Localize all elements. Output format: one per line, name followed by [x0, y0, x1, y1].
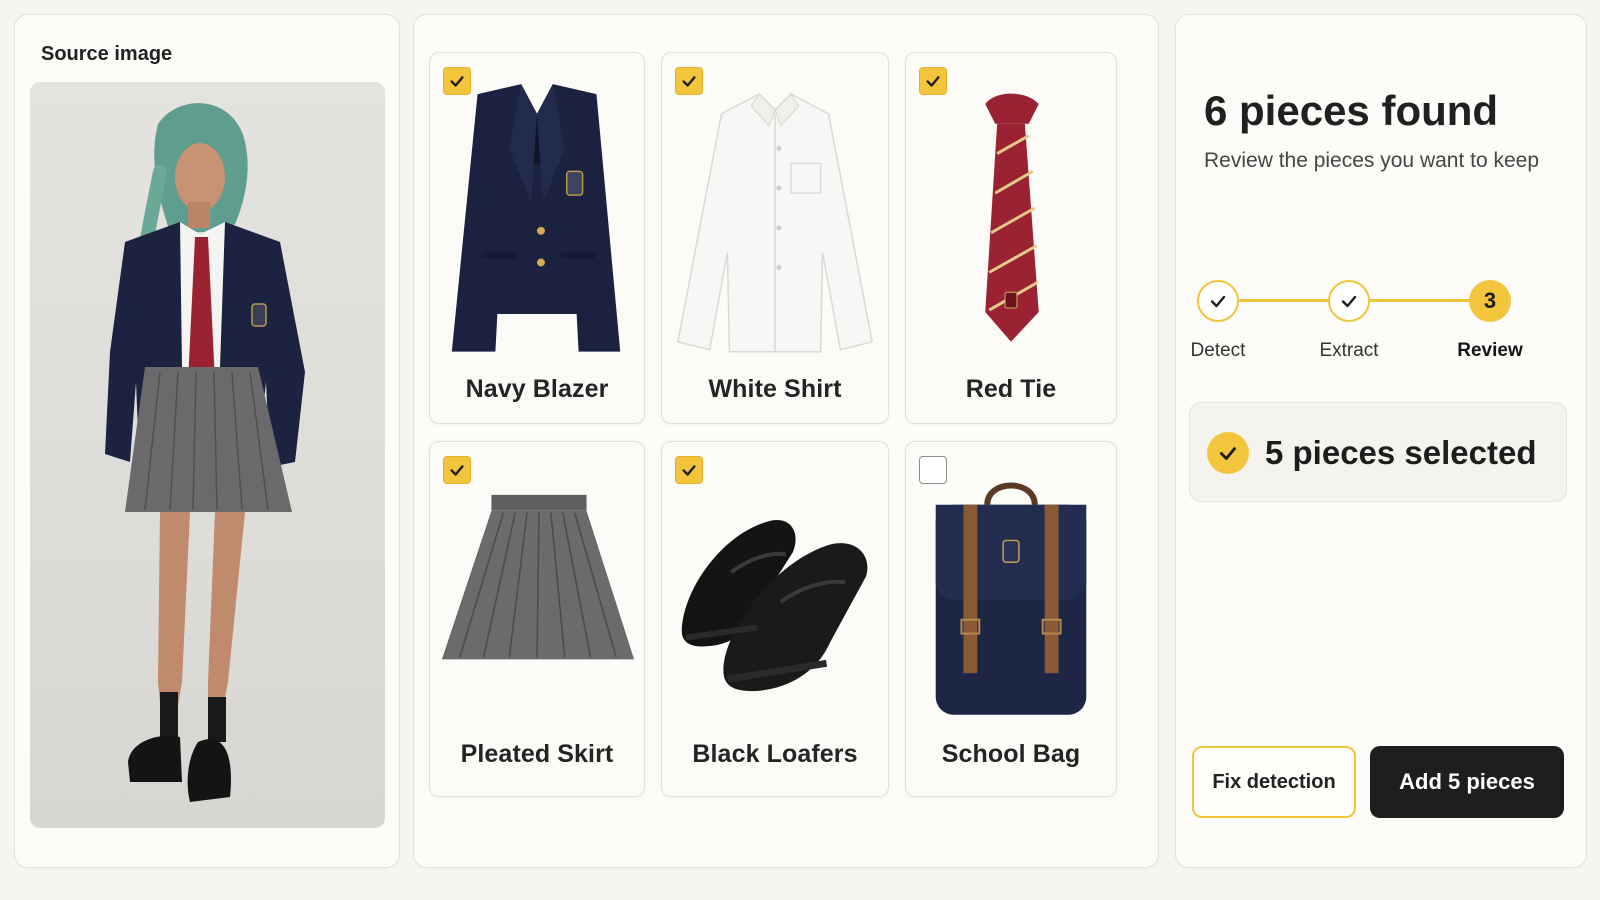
- checkmark-icon: [1210, 295, 1226, 308]
- checkmark-icon: [450, 76, 464, 87]
- review-panel: 6 pieces found Review the pieces you wan…: [1175, 14, 1587, 868]
- item-label: Black Loafers: [692, 740, 858, 768]
- blazer-image: [430, 53, 644, 363]
- item-card-school-bag[interactable]: School Bag: [905, 441, 1117, 797]
- item-card-white-shirt[interactable]: White Shirt: [661, 52, 889, 424]
- checkbox-navy-blazer[interactable]: [443, 67, 471, 95]
- step-label-detect: Detect: [1190, 340, 1246, 361]
- selection-summary: 5 pieces selected: [1189, 402, 1567, 502]
- selected-count-text: 5 pieces selected: [1265, 434, 1537, 471]
- checkmark-icon: [1341, 295, 1357, 308]
- checkmark-icon: [450, 465, 464, 476]
- checkbox-black-loafers[interactable]: [675, 456, 703, 484]
- checkmark-icon: [682, 76, 696, 87]
- progress-stepper: 3 Detect Extract Review: [1176, 260, 1588, 370]
- pieces-found-title: 6 pieces found: [1204, 87, 1499, 134]
- checkbox-white-shirt[interactable]: [675, 67, 703, 95]
- checkmark-icon: [682, 465, 696, 476]
- item-label: Navy Blazer: [465, 375, 609, 403]
- item-label: School Bag: [941, 740, 1081, 768]
- shirt-image: [662, 53, 888, 363]
- item-card-navy-blazer[interactable]: Navy Blazer: [429, 52, 645, 424]
- step-connector: [1370, 299, 1472, 302]
- item-label: White Shirt: [708, 375, 842, 403]
- step-extract-circle: [1328, 280, 1370, 322]
- step-label-extract: Extract: [1319, 340, 1379, 361]
- items-grid-panel: Navy Blazer White Shirt Red Tie Pleated …: [413, 14, 1159, 868]
- loafers-image: [662, 442, 888, 732]
- item-label: Pleated Skirt: [460, 740, 614, 768]
- item-card-black-loafers[interactable]: Black Loafers: [661, 441, 889, 797]
- item-card-red-tie[interactable]: Red Tie: [905, 52, 1117, 424]
- source-panel: Source image: [14, 14, 400, 868]
- bag-image: [906, 442, 1116, 732]
- step-label-review: Review: [1457, 340, 1523, 361]
- checkbox-school-bag[interactable]: [919, 456, 947, 484]
- step-detect-circle: [1197, 280, 1239, 322]
- check-circle-icon: [1207, 432, 1249, 474]
- checkmark-icon: [926, 76, 940, 87]
- add-pieces-button[interactable]: Add 5 pieces: [1370, 746, 1564, 818]
- item-card-pleated-skirt[interactable]: Pleated Skirt: [429, 441, 645, 797]
- item-label: Red Tie: [965, 375, 1057, 403]
- checkbox-pleated-skirt[interactable]: [443, 456, 471, 484]
- source-title: Source image: [41, 43, 173, 65]
- skirt-image: [430, 442, 644, 732]
- source-photo: [30, 82, 385, 828]
- checkbox-red-tie[interactable]: [919, 67, 947, 95]
- fix-detection-button[interactable]: Fix detection: [1192, 746, 1356, 818]
- step-review-circle: 3: [1469, 280, 1511, 322]
- tie-image: [906, 53, 1116, 363]
- review-subtitle: Review the pieces you want to keep: [1204, 149, 1540, 172]
